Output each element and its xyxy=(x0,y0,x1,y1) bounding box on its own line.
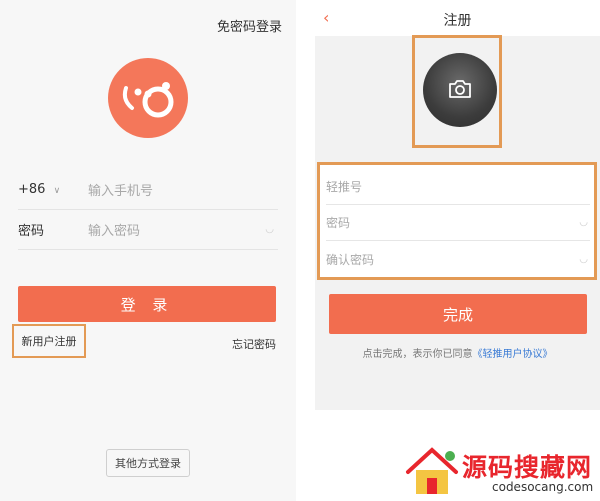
confirm-password-input[interactable]: 确认密码 ◡ xyxy=(326,241,590,277)
house-logo-icon xyxy=(406,447,458,494)
country-code-select[interactable]: +86 ∨ xyxy=(18,182,88,197)
register-screen: ‹ 注册 轻推号 密码 ◡ 确认密码 ◡ 完成 点击完成，表示你已同意《轻推用户… xyxy=(315,0,600,410)
register-form: 轻推号 密码 ◡ 确认密码 ◡ xyxy=(317,162,597,280)
login-screen: 免密码登录 +86 ∨ 输入手机号 密码 输入密码 ◡ 登 录 新用户注册 忘记… xyxy=(0,0,296,501)
agreement-prefix: 点击完成，表示你已同意 xyxy=(362,349,473,360)
watermark-title: 源码搜藏网 xyxy=(462,453,593,482)
user-agreement-link[interactable]: 《轻推用户协议》 xyxy=(473,349,553,360)
agreement-text: 点击完成，表示你已同意《轻推用户协议》 xyxy=(315,345,600,360)
password-placeholder: 密码 xyxy=(326,216,351,230)
chevron-down-icon: ∨ xyxy=(53,186,61,196)
watermark-domain: codesocang.com xyxy=(492,480,594,494)
done-button[interactable]: 完成 xyxy=(329,294,587,334)
other-login-button[interactable]: 其他方式登录 xyxy=(106,449,190,477)
password-field[interactable]: 密码 输入密码 ◡ xyxy=(18,210,278,250)
phone-field[interactable]: +86 ∨ 输入手机号 xyxy=(18,170,278,210)
app-logo-icon xyxy=(122,82,174,118)
account-id-input[interactable]: 轻推号 xyxy=(326,169,590,205)
forgot-password-link[interactable]: 忘记密码 xyxy=(232,336,276,352)
confirm-password-placeholder: 确认密码 xyxy=(326,252,375,267)
country-code: +86 xyxy=(18,182,46,197)
site-watermark: 源码搜藏网 codesocang.com xyxy=(400,444,600,501)
app-logo xyxy=(108,58,188,138)
phone-input[interactable]: 输入手机号 xyxy=(88,180,153,199)
password-label: 密码 xyxy=(18,224,45,239)
camera-icon xyxy=(449,80,471,98)
avatar-highlight xyxy=(412,35,502,148)
password-input[interactable]: 密码 ◡ xyxy=(326,205,590,241)
nav-bar: ‹ 注册 xyxy=(315,0,600,36)
password-input[interactable]: 输入密码 xyxy=(88,220,140,239)
avatar-upload[interactable] xyxy=(423,53,497,127)
page-title: 注册 xyxy=(443,13,472,29)
eye-closed-icon[interactable]: ◡ xyxy=(579,254,588,265)
eye-closed-icon[interactable]: ◡ xyxy=(579,217,588,228)
login-button[interactable]: 登 录 xyxy=(18,286,276,322)
register-link[interactable]: 新用户注册 xyxy=(12,324,86,358)
account-id-placeholder: 轻推号 xyxy=(326,180,363,194)
passwordless-login-link[interactable]: 免密码登录 xyxy=(217,16,282,35)
eye-closed-icon[interactable]: ◡ xyxy=(265,224,274,235)
